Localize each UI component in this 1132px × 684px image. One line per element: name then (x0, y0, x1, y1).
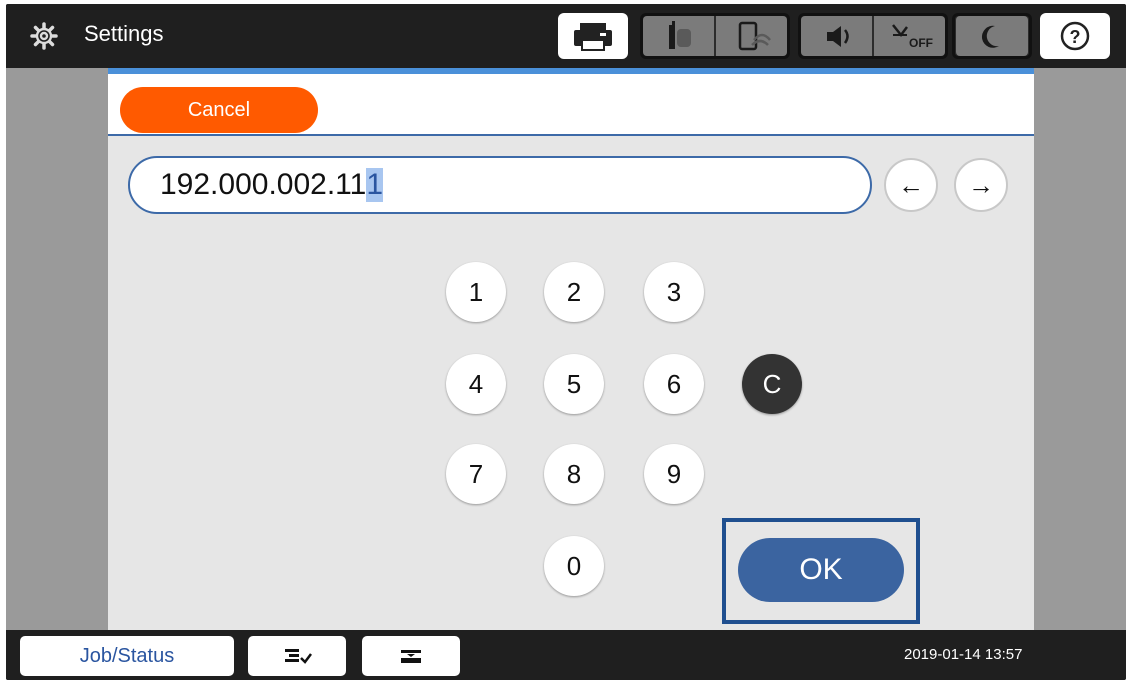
page-title: Settings (84, 21, 164, 46)
job-list-icon (285, 649, 312, 664)
sleep-cell[interactable] (956, 16, 1028, 56)
key-9[interactable]: 9 (644, 444, 704, 504)
wired-lan-cell[interactable] (643, 16, 714, 56)
sleep-moon-icon (981, 25, 999, 48)
ok-button[interactable]: OK (738, 538, 904, 602)
cursor-left-button[interactable]: ← (884, 158, 938, 212)
panel-header: Cancel (108, 74, 1034, 136)
key-4[interactable]: 4 (446, 354, 506, 414)
ip-entry-panel: Cancel 192.000.002.11 1 ← → 1 2 3 4 5 6 C… (108, 68, 1034, 630)
top-bar: Settings OFF ? (6, 4, 1126, 68)
eco-off-icon: OFF (891, 24, 933, 50)
arrow-left-icon: ← (898, 169, 924, 200)
ip-address-input[interactable]: 192.000.002.11 1 (128, 156, 872, 214)
key-5[interactable]: 5 (544, 354, 604, 414)
left-side-strip (6, 68, 108, 630)
key-1[interactable]: 1 (446, 262, 506, 322)
ip-address-value: 192.000.002.11 (160, 168, 367, 201)
gear-icon (30, 22, 58, 50)
key-6[interactable]: 6 (644, 354, 704, 414)
paper-tray-button[interactable] (362, 636, 460, 676)
sound-eco-group[interactable]: OFF (798, 13, 948, 59)
printer-icon (574, 23, 612, 51)
key-7[interactable]: 7 (446, 444, 506, 504)
arrow-right-icon: → (968, 169, 994, 200)
job-list-button[interactable] (248, 636, 346, 676)
printer-panel-screen: Settings OFF ? Cancel 192.000.002.11 1 ←… (6, 4, 1126, 680)
svg-text:?: ? (1070, 27, 1081, 47)
paper-tray-icon (401, 650, 421, 663)
wifi-icon (738, 21, 771, 51)
printer-status-button[interactable] (558, 13, 628, 59)
sleep-button[interactable] (952, 13, 1032, 59)
cursor-character: 1 (366, 168, 383, 202)
help-button[interactable]: ? (1040, 13, 1110, 59)
key-3[interactable]: 3 (644, 262, 704, 322)
right-side-strip (1034, 68, 1126, 630)
sound-cell[interactable] (801, 16, 872, 56)
speaker-icon (826, 26, 849, 47)
job-status-button[interactable]: Job/Status (20, 636, 234, 676)
clear-button[interactable]: C (742, 354, 802, 414)
cursor-right-button[interactable]: → (954, 158, 1008, 212)
key-2[interactable]: 2 (544, 262, 604, 322)
help-icon: ? (1060, 21, 1090, 51)
wired-lan-icon (668, 21, 691, 49)
key-8[interactable]: 8 (544, 444, 604, 504)
bottom-bar: Job/Status 2019-01-14 13:57 (6, 630, 1126, 680)
date-time: 2019-01-14 13:57 (904, 646, 1023, 663)
eco-cell[interactable]: OFF (874, 16, 945, 56)
network-status-group[interactable] (640, 13, 790, 59)
wifi-cell[interactable] (716, 16, 787, 56)
cancel-button[interactable]: Cancel (120, 87, 318, 133)
svg-text:OFF: OFF (909, 36, 933, 50)
key-0[interactable]: 0 (544, 536, 604, 596)
